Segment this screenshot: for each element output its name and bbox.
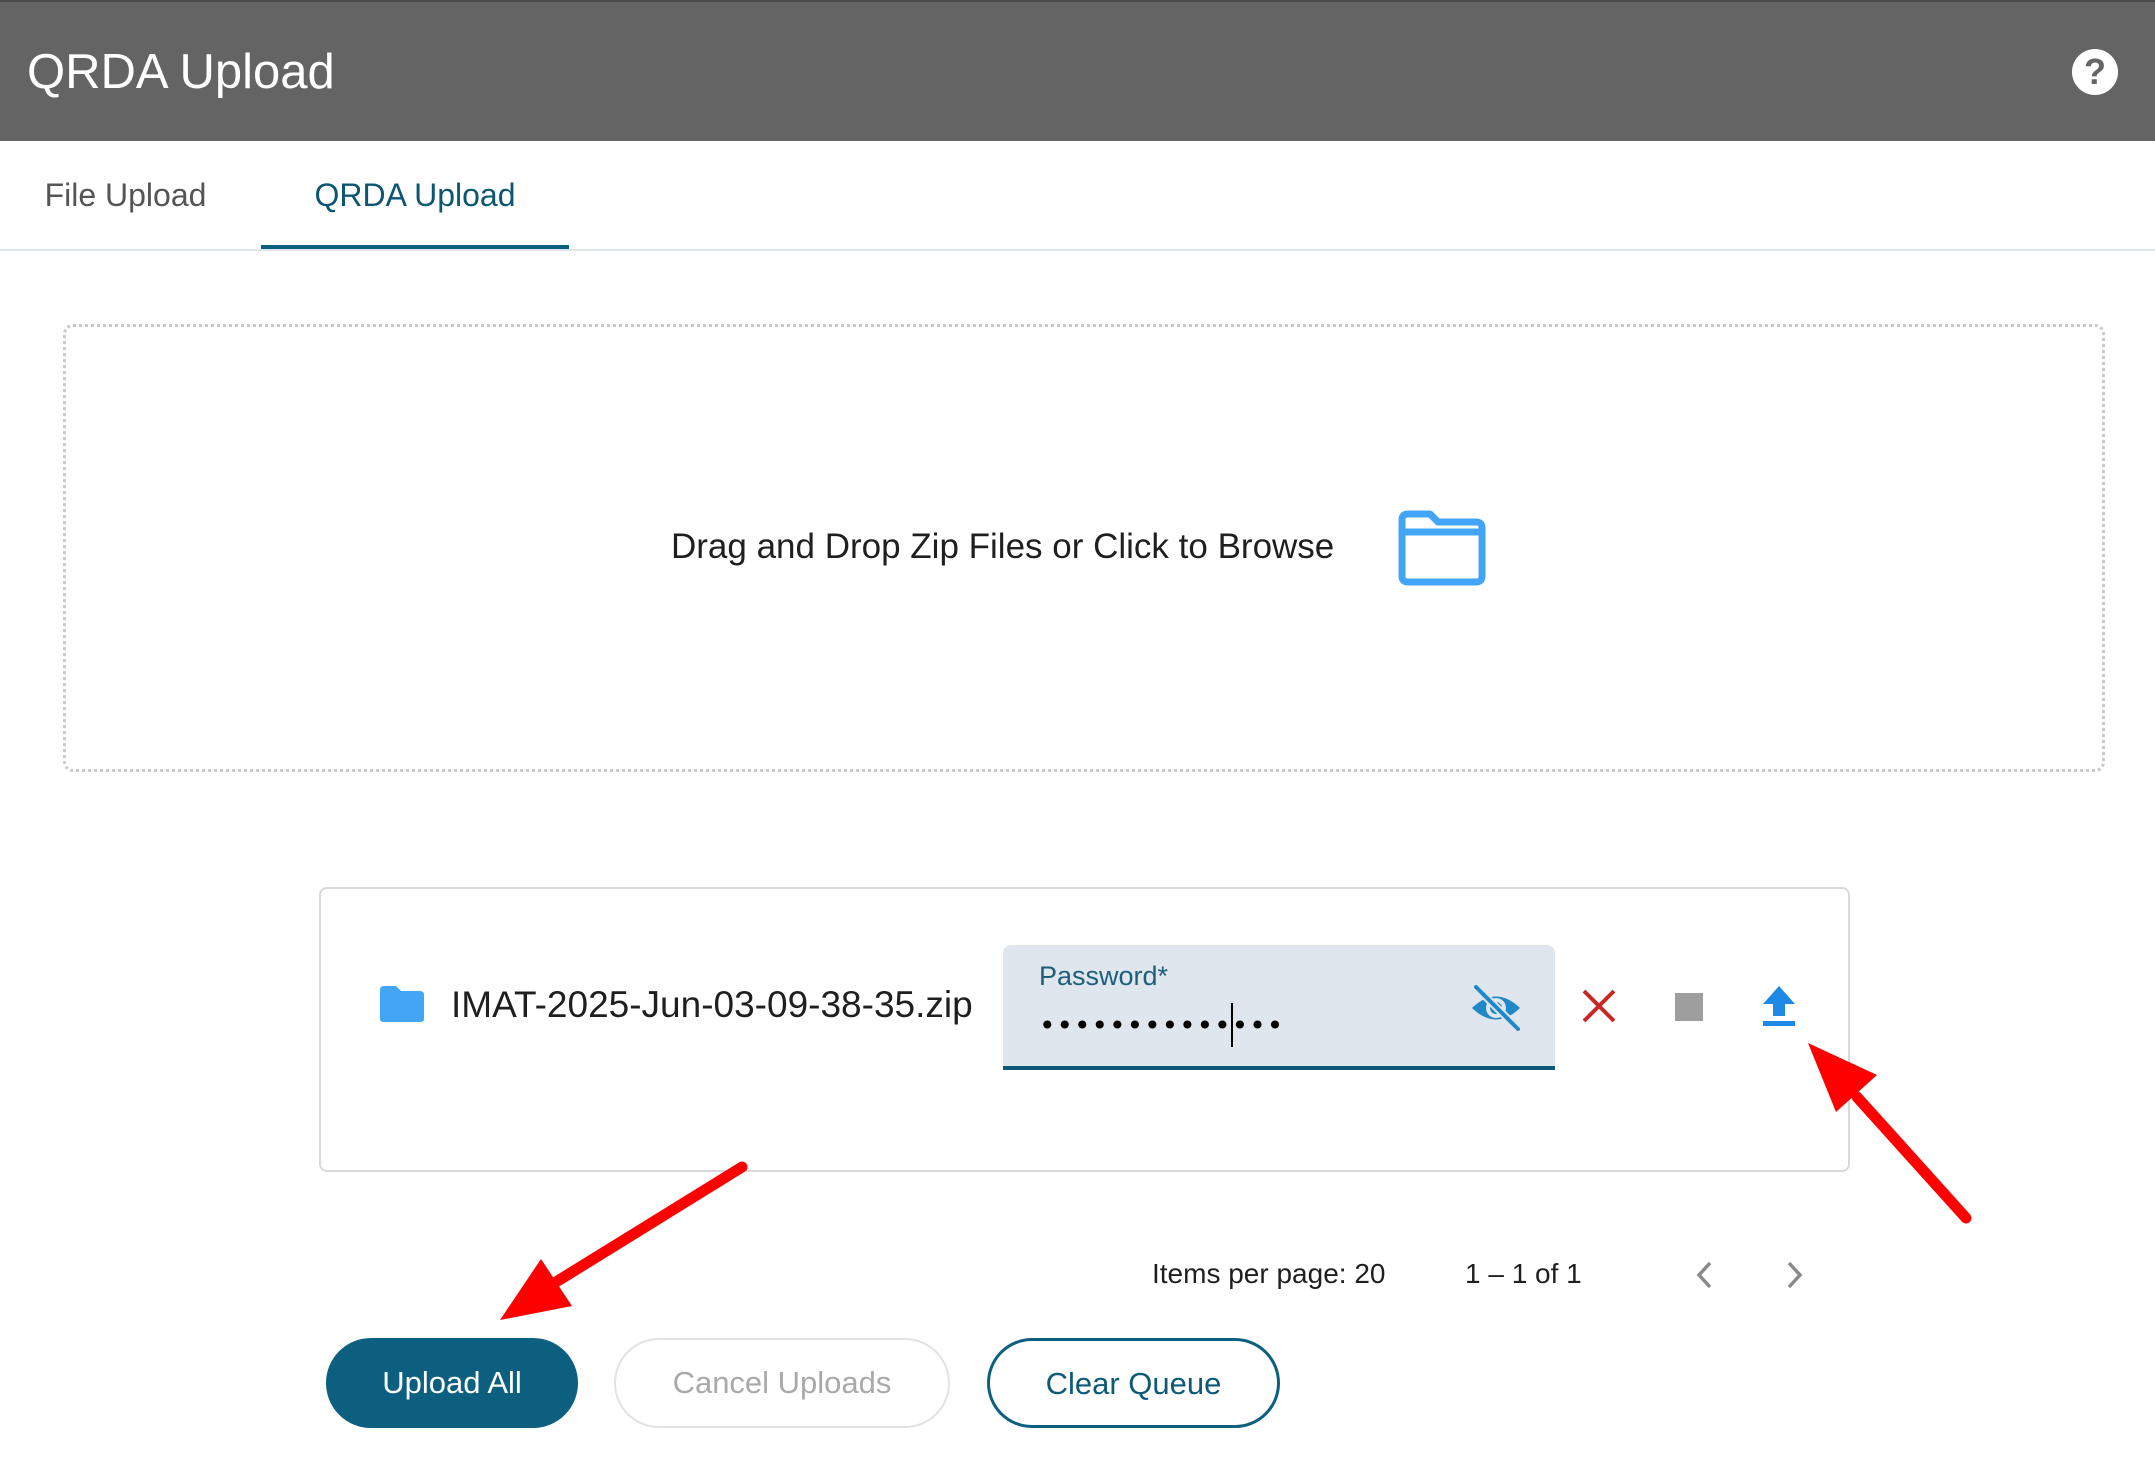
eye-off-icon[interactable] — [1468, 983, 1524, 1033]
help-circle-icon[interactable]: ? — [2072, 49, 2118, 95]
dropzone-text: Drag and Drop Zip Files or Click to Brow… — [671, 527, 1335, 566]
chevron-right-icon[interactable] — [1779, 1258, 1809, 1292]
close-icon[interactable] — [1580, 987, 1618, 1025]
stop-icon[interactable] — [1675, 993, 1703, 1021]
page-title: QRDA Upload — [27, 45, 335, 99]
upload-all-button[interactable]: Upload All — [326, 1338, 578, 1428]
cancel-uploads-button[interactable]: Cancel Uploads — [614, 1338, 950, 1428]
file-name: IMAT-2025-Jun-03-09-38-35.zip — [451, 984, 973, 1025]
pagination-range: 1 – 1 of 1 — [1465, 1258, 1582, 1289]
app-header: QRDA Upload ? — [0, 0, 2155, 141]
clear-queue-button[interactable]: Clear Queue — [987, 1338, 1280, 1428]
items-per-page-label[interactable]: Items per page: 20 — [1152, 1256, 1385, 1292]
folder-icon — [380, 986, 424, 1022]
chevron-left-icon[interactable] — [1690, 1258, 1720, 1292]
folder-outline-icon[interactable] — [1396, 510, 1488, 586]
password-label: Password* — [1039, 961, 1169, 991]
password-field[interactable]: Password* — [1003, 945, 1555, 1070]
upload-icon[interactable] — [1760, 984, 1798, 1028]
tab-bar: File Upload QRDA Upload — [0, 141, 2155, 251]
text-caret — [1231, 1003, 1233, 1047]
password-input[interactable] — [1039, 1003, 1459, 1047]
tab-file-upload[interactable]: File Upload — [0, 141, 251, 249]
tab-qrda-upload[interactable]: QRDA Upload — [261, 141, 569, 249]
arrow-to-upload-all — [500, 1161, 748, 1320]
